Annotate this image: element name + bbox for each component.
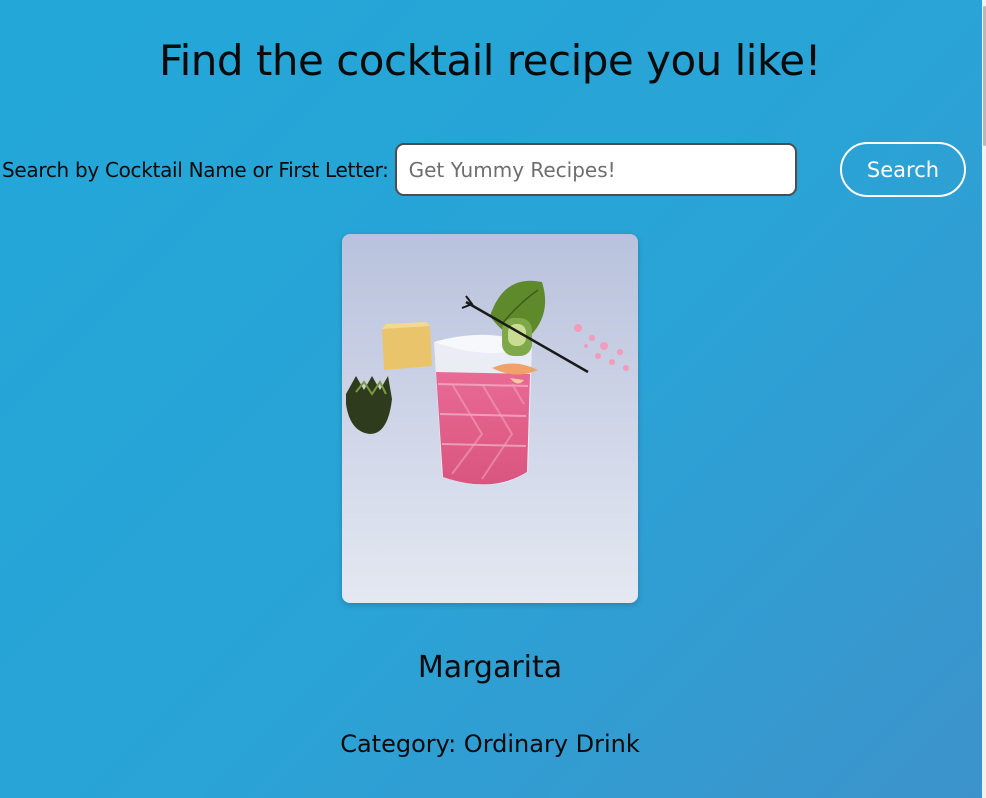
cocktail-photo-icon (342, 234, 638, 603)
page-title: Find the cocktail recipe you like! (159, 36, 821, 85)
search-form: Search by Cocktail Name or First Letter: (2, 142, 797, 197)
drink-name: Margarita (417, 650, 563, 685)
page-scrollbar[interactable] (982, 0, 986, 798)
search-button[interactable]: Search (840, 142, 966, 197)
drink-category: Category: Ordinary Drink (340, 730, 640, 758)
search-label: Search by Cocktail Name or First Letter: (2, 157, 389, 182)
cocktail-image (342, 234, 638, 603)
search-input[interactable] (394, 143, 797, 196)
